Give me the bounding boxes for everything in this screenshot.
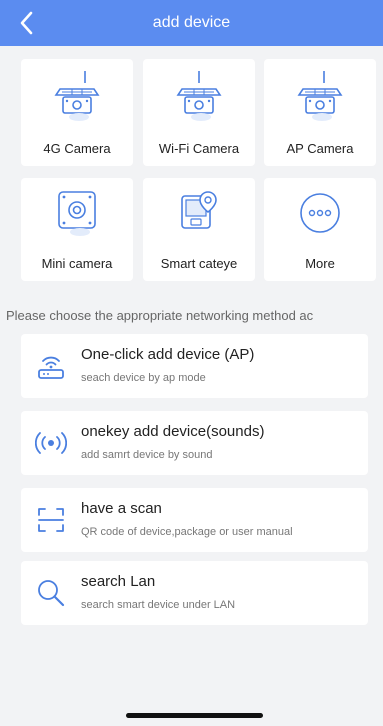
solar-camera-icon [176,71,222,121]
device-tile-ap-camera[interactable]: AP Camera [264,59,376,166]
option-subtitle: search smart device under LAN [81,599,236,611]
device-tile-mini-camera[interactable]: Mini camera [21,178,133,281]
option-scan[interactable]: have a scan QR code of device,package or… [21,488,368,552]
sound-wave-icon [35,432,67,454]
solar-camera-icon [297,71,343,121]
device-tile-smart-cateye[interactable]: Smart cateye [143,178,255,281]
option-title: have a scan [81,500,162,517]
more-icon [300,193,340,233]
mini-camera-icon [58,191,96,236]
cateye-icon [181,191,217,229]
option-subtitle: add samrt device by sound [81,449,213,461]
solar-camera-icon [54,71,100,121]
home-indicator[interactable] [126,713,263,718]
router-wifi-icon [38,356,64,379]
networking-hint: Please choose the appropriate networking… [6,308,314,323]
option-ap-mode[interactable]: One-click add device (AP) seach device b… [21,334,368,398]
device-tile-wifi-camera[interactable]: Wi-Fi Camera [143,59,255,166]
option-title: onekey add device(sounds) [81,423,265,440]
option-subtitle: seach device by ap mode [81,372,206,384]
scan-icon [38,508,64,532]
device-label: Wi-Fi Camera [158,141,240,156]
option-title: search Lan [81,573,156,590]
device-tile-more[interactable]: More [264,178,376,281]
option-search-lan[interactable]: search Lan search smart device under LAN [21,561,368,625]
device-tile-4g-camera[interactable]: 4G Camera [21,59,133,166]
option-title: One-click add device (AP) [81,346,255,363]
device-label: More [305,256,335,271]
search-icon [38,580,65,607]
option-sound-mode[interactable]: onekey add device(sounds) add samrt devi… [21,411,368,475]
device-label: Mini camera [41,256,113,271]
device-label: Smart cateye [160,256,238,271]
header-bar: add device [0,0,383,46]
page-title: add device [152,14,231,31]
device-label: 4G Camera [43,141,111,156]
device-label: AP Camera [286,141,354,156]
option-subtitle: QR code of device,package or user manual [81,526,293,538]
